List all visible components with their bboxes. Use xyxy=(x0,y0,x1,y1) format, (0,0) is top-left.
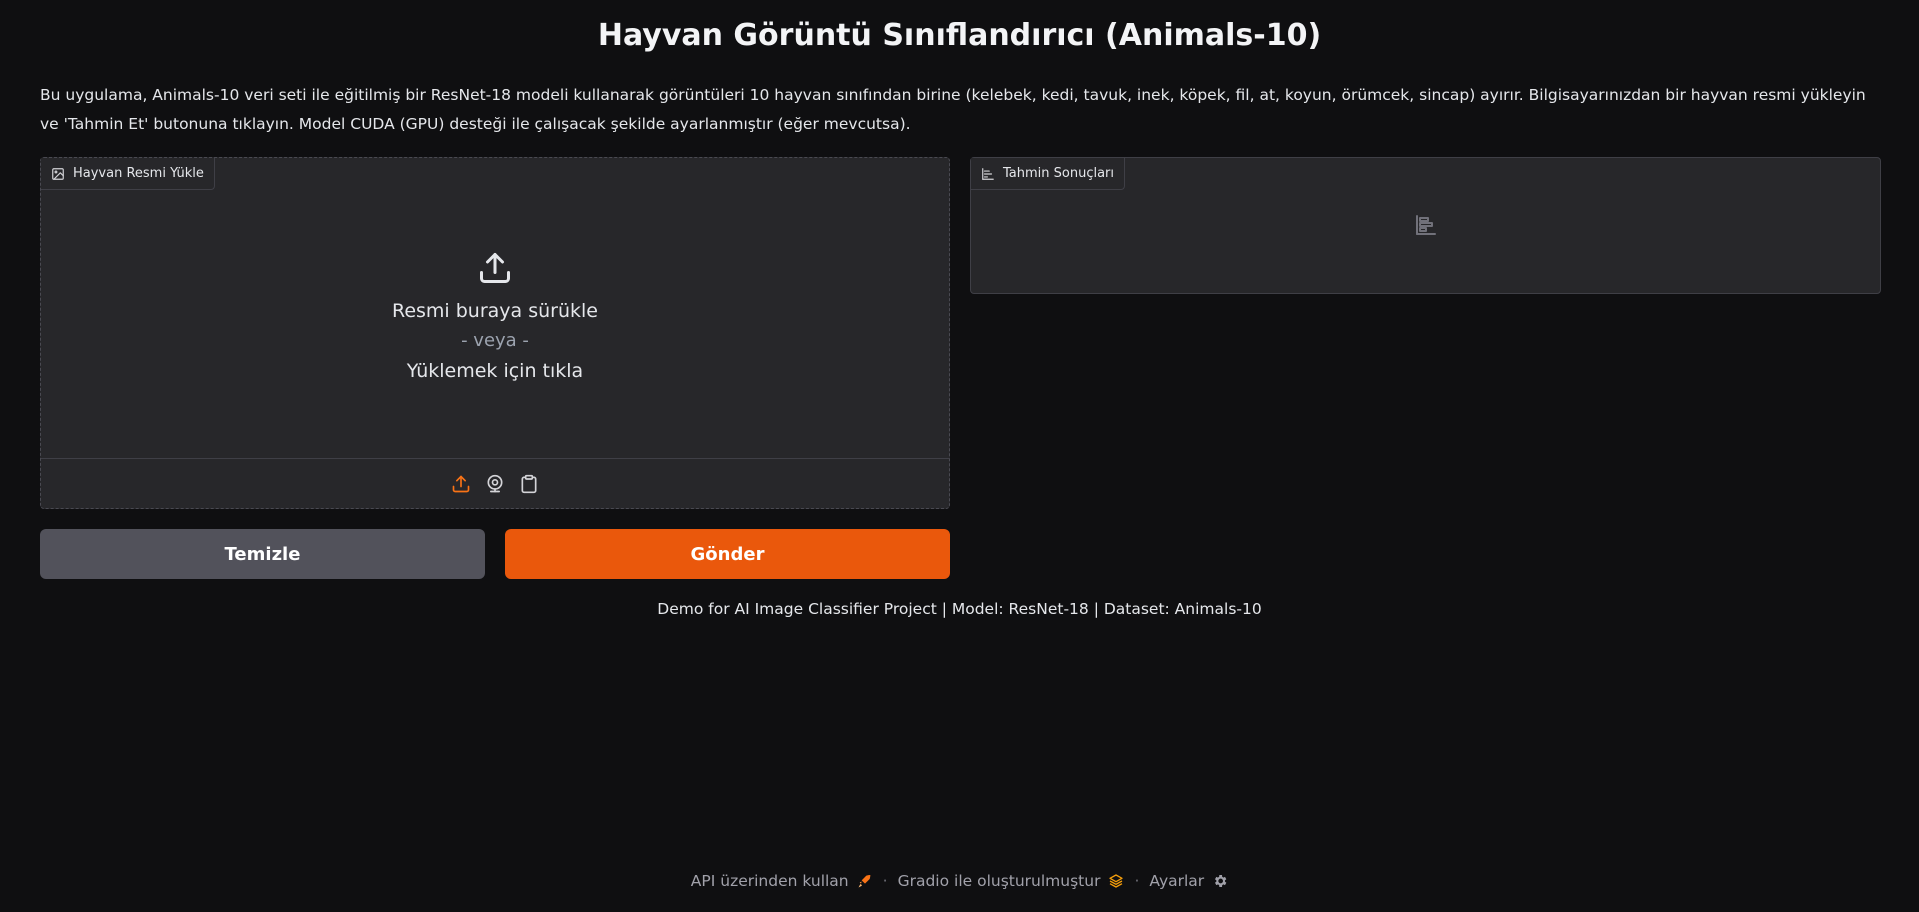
drop-or-separator: - veya - xyxy=(461,330,529,351)
upload-icon xyxy=(480,253,510,283)
settings-link[interactable]: Ayarlar xyxy=(1149,872,1228,890)
rocket-icon xyxy=(858,875,870,888)
upload-source-bar xyxy=(41,458,949,508)
image-upload-panel: Resmi buraya sürükle - veya - Yüklemek i… xyxy=(40,157,950,509)
drop-instruction: Resmi buraya sürükle xyxy=(391,300,598,322)
results-panel-label-text: Tahmin Sonuçları xyxy=(1003,166,1115,181)
page-title: Hayvan Görüntü Sınıflandırıcı (Animals-1… xyxy=(597,18,1322,53)
bar-chart-icon xyxy=(1416,215,1436,235)
gradio-logo-icon xyxy=(1109,874,1124,888)
image-drop-zone[interactable]: Resmi buraya sürükle - veya - Yüklemek i… xyxy=(41,158,949,458)
prediction-results-panel: Tahmin Sonuçları xyxy=(970,157,1881,294)
footer: API üzerinden kullan · Gradio ile oluştu… xyxy=(0,872,1919,890)
app-description: Bu uygulama, Animals-10 veri seti ile eğ… xyxy=(40,86,1866,133)
footer-separator: · xyxy=(1134,872,1140,890)
api-link-label: API üzerinden kullan xyxy=(690,872,849,890)
click-to-upload-text: Yüklemek için tıkla xyxy=(406,360,584,382)
clear-button[interactable]: Temizle xyxy=(40,529,485,579)
webcam-icon xyxy=(487,474,503,492)
source-clipboard-button[interactable] xyxy=(519,474,539,494)
settings-link-label: Ayarlar xyxy=(1149,872,1205,890)
project-footnote: Demo for AI Image Classifier Project | M… xyxy=(657,600,1262,618)
gradio-link-label: Gradio ile oluşturulmuştur xyxy=(897,872,1101,890)
upload-panel-label: Hayvan Resmi Yükle xyxy=(41,158,215,190)
clipboard-icon xyxy=(521,474,537,493)
footer-separator: · xyxy=(882,872,888,890)
submit-button[interactable]: Gönder xyxy=(505,529,950,579)
app-root: Hayvan Görüntü Sınıflandırıcı (Animals-1… xyxy=(0,0,1919,912)
results-panel-label: Tahmin Sonuçları xyxy=(971,158,1126,190)
source-webcam-button[interactable] xyxy=(485,474,505,494)
upload-panel-label-text: Hayvan Resmi Yükle xyxy=(73,166,204,181)
source-upload-button[interactable] xyxy=(451,474,471,494)
bar-chart-icon xyxy=(982,167,994,180)
gradio-link[interactable]: Gradio ile oluşturulmuştur xyxy=(898,872,1125,890)
upload-icon xyxy=(452,475,470,492)
api-link[interactable]: API üzerinden kullan xyxy=(691,872,873,890)
image-icon xyxy=(52,167,64,180)
gear-icon xyxy=(1215,875,1227,887)
